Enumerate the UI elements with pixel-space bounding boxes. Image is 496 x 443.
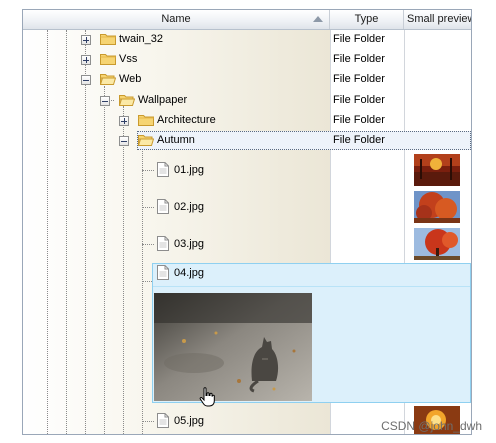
tree-guide-line (85, 30, 86, 434)
expand-plus-icon[interactable] (119, 116, 129, 126)
file-name-label[interactable]: 02.jpg (174, 201, 204, 214)
tree-item-label[interactable]: Wallpaper (138, 94, 187, 107)
column-header-type[interactable]: Type (330, 10, 404, 29)
collapse-minus-icon[interactable] (119, 136, 129, 146)
tree-connector (142, 244, 154, 245)
type-cell: File Folder (333, 53, 385, 65)
hover-row-separator (153, 286, 470, 287)
collapse-minus-icon[interactable] (81, 75, 91, 85)
type-cell: File Folder (333, 94, 385, 106)
tree-connector (142, 421, 154, 422)
column-header-name-label: Name (161, 13, 191, 25)
tree-guide-line (66, 30, 67, 434)
type-cell: File Folder (333, 33, 385, 45)
file-name-label[interactable]: 03.jpg (174, 238, 204, 251)
expand-plus-icon[interactable] (81, 55, 91, 65)
open-folder-icon (138, 135, 154, 146)
file-icon (157, 236, 169, 251)
expand-plus-icon[interactable] (81, 35, 91, 45)
column-header-bar: Name Type Small preview (23, 10, 471, 30)
open-folder-icon (119, 95, 135, 106)
column-header-preview[interactable]: Small preview (404, 10, 471, 29)
tree-item-label[interactable]: twain_32 (119, 33, 163, 46)
tree-connector (142, 170, 154, 171)
file-icon (157, 265, 169, 280)
hand-cursor-icon (199, 387, 215, 407)
file-name-label[interactable]: 04.jpg (174, 267, 204, 280)
red-tree-sky-thumbnail (414, 228, 460, 260)
tree-guide-line (123, 106, 124, 434)
autumn-park-thumbnail (414, 154, 460, 186)
folder-icon (138, 115, 154, 126)
column-header-preview-label: Small preview (407, 13, 471, 25)
tree-connector (142, 281, 152, 282)
tree-guide-line (47, 30, 48, 434)
watermark-text: CSDN @john_dwh (381, 419, 482, 433)
open-folder-icon (100, 74, 116, 85)
collapse-minus-icon[interactable] (100, 96, 110, 106)
file-icon (157, 162, 169, 177)
column-header-name[interactable]: Name (23, 10, 330, 29)
file-icon (157, 199, 169, 214)
column-header-type-label: Type (354, 13, 379, 25)
folder-icon (100, 54, 116, 65)
tree-item-label[interactable]: Autumn (157, 134, 195, 147)
tree-list-view: Name Type Small preview twain_32 File Fo… (22, 9, 472, 435)
folder-icon (100, 34, 116, 45)
tree-item-label[interactable]: Vss (119, 53, 137, 66)
tree-guide-line (104, 86, 105, 434)
cat-photo (154, 293, 312, 401)
file-name-label[interactable]: 01.jpg (174, 164, 204, 177)
tree-connector (142, 207, 154, 208)
tree-item-label[interactable]: Architecture (157, 114, 216, 127)
type-cell: File Folder (333, 134, 385, 146)
sort-ascending-icon (313, 16, 323, 22)
file-icon (157, 413, 169, 428)
red-tree-thumbnail (414, 191, 460, 223)
tree-item-label[interactable]: Web (119, 73, 141, 86)
tree-guide-line (142, 146, 143, 434)
file-name-label[interactable]: 05.jpg (174, 415, 204, 428)
type-cell: File Folder (333, 114, 385, 126)
type-cell: File Folder (333, 73, 385, 85)
